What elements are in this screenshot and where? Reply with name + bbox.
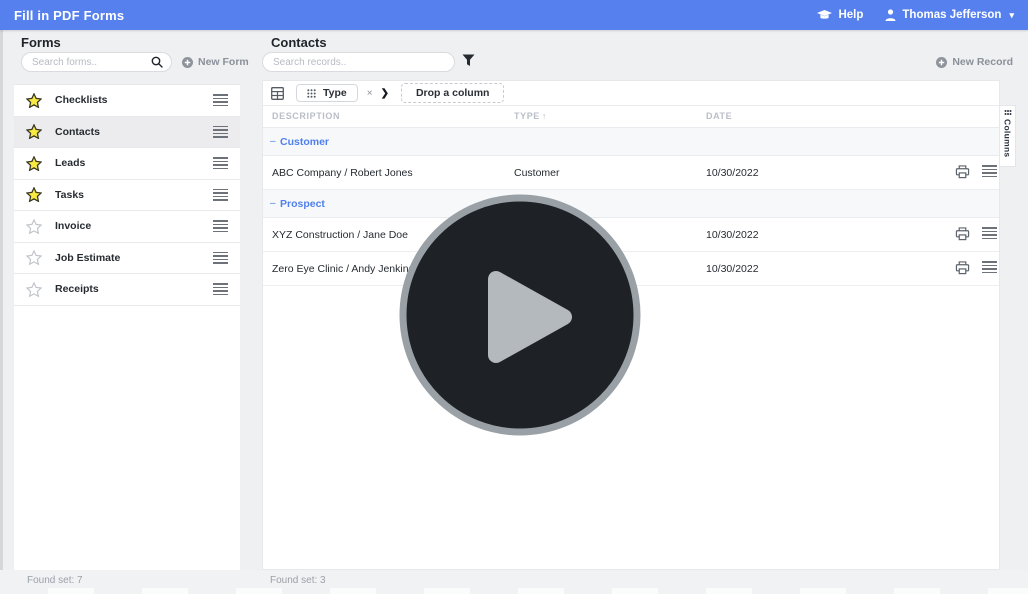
filter-funnel-icon [462,54,475,66]
plus-circle-icon [936,56,948,68]
app-title: Fill in PDF Forms [14,7,125,23]
play-icon [399,194,641,436]
column-header-type[interactable]: TYPE ↑ [514,111,547,121]
star-icon [26,124,42,140]
status-bar [0,570,1028,594]
records-search-input[interactable] [263,56,454,68]
table-row[interactable]: ABC Company / Robert Jones Customer 10/3… [263,156,999,190]
graduation-cap-icon [817,9,833,19]
drop-column-target[interactable]: Drop a column [400,83,505,103]
help-button[interactable]: Help [817,9,863,21]
group-chip-label: Type [323,87,347,99]
row-menu-icon[interactable] [982,227,997,240]
drag-handle-icon[interactable] [213,157,228,170]
new-form-label: New Form [198,56,249,68]
new-form-button[interactable]: New Form [182,56,249,68]
cell-description: Zero Eye Clinic / Andy Jenkins [272,263,414,275]
print-icon[interactable] [955,261,970,280]
cell-date: 10/30/2022 [706,167,759,179]
sidebar-item-contacts[interactable]: Contacts [14,116,240,148]
sidebar-item-label: Checklists [55,94,108,107]
group-label: Customer [280,136,330,148]
chevron-right-icon[interactable]: ❯ [381,88,389,99]
sidebar-item-label: Contacts [55,125,100,138]
drag-handle-icon[interactable] [213,283,228,296]
remove-group-icon[interactable]: × [367,88,373,99]
collapse-icon[interactable]: – [270,198,276,209]
print-icon[interactable] [955,165,970,184]
sidebar-item-label: Leads [55,157,86,170]
drag-handle-icon[interactable] [213,125,228,138]
window-left-edge [0,30,3,594]
app-window: Fill in PDF Forms Help Thomas Jefferson … [0,0,1028,594]
star-icon [26,281,42,297]
star-icon [26,218,42,234]
records-found-set: Found set: 3 [270,575,326,586]
topbar-actions: Help Thomas Jefferson ▾ [817,9,1014,21]
group-row-customer[interactable]: – Customer [263,128,999,156]
user-icon [885,9,896,21]
group-table-icon[interactable] [271,86,284,100]
records-search [262,52,455,72]
plus-circle-icon [182,56,193,68]
forms-panel-title: Forms [21,35,61,50]
star-icon [26,92,42,108]
columns-dots-icon [1004,110,1011,115]
sidebar-item-label: Receipts [55,283,99,296]
sidebar-item-invoice[interactable]: Invoice [14,211,240,243]
cell-date: 10/30/2022 [706,229,759,241]
star-icon [26,250,42,266]
drag-handle-icon[interactable] [213,220,228,233]
cell-description: XYZ Construction / Jane Doe [272,229,408,241]
filter-button[interactable] [462,54,475,72]
collapse-icon[interactable]: – [270,136,276,147]
sidebar-item-label: Invoice [55,220,92,233]
new-record-button[interactable]: New Record [936,56,1013,68]
star-icon [26,155,42,171]
sidebar-item-checklists[interactable]: Checklists [14,85,240,117]
sort-up-icon: ↑ [541,111,548,121]
cell-type: Customer [514,167,560,179]
drag-handle-icon[interactable] [213,188,228,201]
drag-handle-icon[interactable] [213,251,228,264]
cell-date: 10/30/2022 [706,263,759,275]
group-chip-type[interactable]: Type [296,84,358,102]
cell-description: ABC Company / Robert Jones [272,167,413,179]
user-menu[interactable]: Thomas Jefferson ▾ [885,9,1014,21]
columns-tab[interactable]: Columns [1000,105,1016,167]
forms-found-set: Found set: 7 [27,575,83,586]
drag-handle-icon[interactable] [213,94,228,107]
caret-down-icon: ▾ [1009,9,1014,20]
print-icon[interactable] [955,227,970,246]
forms-list: Checklists Contacts Leads Tasks Invoice … [14,84,240,570]
user-name: Thomas Jefferson [902,9,1002,21]
topbar: Fill in PDF Forms Help Thomas Jefferson … [0,0,1028,30]
group-toolbar: Type × ❯ Drop a column [263,81,999,106]
help-label: Help [838,9,864,21]
table-header-row: DESCRIPTION TYPE ↑ DATE [263,106,999,128]
star-icon [26,187,42,203]
column-header-date[interactable]: DATE [706,111,732,121]
row-menu-icon[interactable] [982,261,997,274]
row-menu-icon[interactable] [982,165,997,178]
sidebar-item-leads[interactable]: Leads [14,148,240,180]
video-play-button[interactable] [398,193,642,437]
sidebar-item-label: Job Estimate [55,251,121,264]
forms-search [21,52,172,72]
sidebar-item-tasks[interactable]: Tasks [14,180,240,211]
columns-tab-label: Columns [1002,119,1013,158]
forms-search-input[interactable] [22,56,151,68]
new-record-label: New Record [952,56,1013,68]
contacts-panel-title: Contacts [271,35,327,50]
group-label: Prospect [280,198,325,210]
drag-dots-icon [307,88,316,98]
search-icon [151,56,163,68]
sidebar-item-job-estimate[interactable]: Job Estimate [14,243,240,274]
sidebar-item-receipts[interactable]: Receipts [14,274,240,306]
column-header-description[interactable]: DESCRIPTION [272,111,340,121]
sidebar-item-label: Tasks [55,188,84,201]
